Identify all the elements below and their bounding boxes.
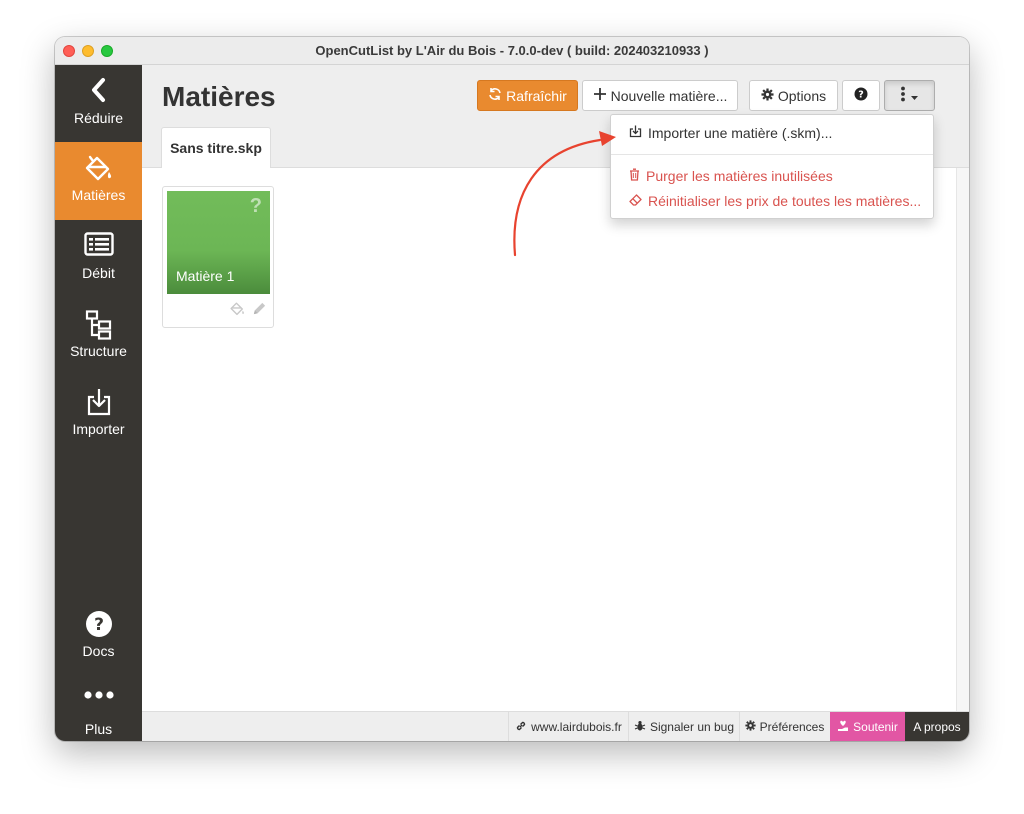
sidebar-item-structure[interactable]: Structure (55, 298, 142, 376)
sidebar-item-matieres[interactable]: Matières (55, 142, 142, 220)
report-bug-link[interactable]: Signaler un bug (628, 712, 739, 741)
unknown-type-badge: ? (249, 195, 262, 217)
scrollbar-track[interactable] (956, 168, 969, 711)
options-button[interactable]: Options (749, 80, 838, 111)
sidebar-item-importer[interactable]: Importer (55, 376, 142, 454)
page-title: Matières (162, 81, 276, 112)
sidebar-item-label: Importer (72, 421, 125, 437)
question-circle-icon: ? (854, 87, 868, 104)
refresh-button[interactable]: Rafraîchir (477, 80, 578, 111)
gear-icon (745, 720, 756, 734)
new-material-button[interactable]: Nouvelle matière... (582, 80, 738, 111)
reset-prices-label: Réinitialiser les prix de toutes les mat… (648, 193, 922, 209)
eraser-icon (629, 193, 642, 209)
sidebar-item-label: Matières (71, 187, 126, 203)
gear-icon (761, 87, 774, 104)
paint-bucket-icon[interactable] (229, 301, 246, 321)
link-icon (515, 720, 527, 735)
refresh-icon (488, 87, 502, 104)
footer-bar: www.lairdubois.fr Signaler un bug Préfér… (142, 711, 969, 741)
report-bug-label: Signaler un bug (649, 720, 735, 734)
more-actions-dropdown: Importer une matière (.skm)... Purger le… (610, 114, 934, 219)
window-title: OpenCutList by L'Air du Bois - 7.0.0-dev… (315, 43, 709, 58)
dots-icon (55, 688, 142, 716)
help-button[interactable]: ? (842, 80, 880, 111)
plus-icon (593, 87, 607, 104)
about-link[interactable]: A propos (905, 712, 969, 741)
support-button[interactable]: Soutenir (830, 712, 905, 741)
sidebar-item-reduire[interactable]: Réduire (55, 65, 142, 143)
sidebar-item-debit[interactable]: Débit (55, 220, 142, 298)
material-card[interactable]: ? Matière 1 (162, 186, 274, 328)
svg-text:?: ? (858, 90, 864, 101)
trash-icon (629, 168, 640, 184)
paint-bucket-icon (55, 154, 142, 182)
website-label: www.lairdubois.fr (531, 720, 622, 734)
sidebar-item-label: Réduire (73, 110, 124, 126)
sidebar-item-label: Structure (70, 343, 127, 359)
import-icon (55, 388, 142, 416)
materials-list: ? Matière 1 (142, 168, 956, 711)
material-card-actions (229, 301, 267, 321)
import-icon (629, 125, 642, 141)
refresh-label: Rafraîchir (506, 87, 567, 104)
material-name: Matière 1 (176, 268, 235, 284)
sidebar: Réduire Matières Débit Structure Importe… (55, 65, 142, 741)
bug-icon (634, 720, 646, 735)
pencil-icon[interactable] (252, 301, 267, 321)
reset-prices-menu-item[interactable]: Réinitialiser les prix de toutes les mat… (629, 193, 921, 209)
svg-text:?: ? (94, 615, 104, 635)
sidebar-item-plus[interactable]: Plus (55, 676, 142, 741)
title-bar: OpenCutList by L'Air du Bois - 7.0.0-dev… (55, 37, 969, 65)
menu-divider (611, 154, 933, 155)
preferences-link[interactable]: Préférences (739, 712, 829, 741)
sidebar-item-label: Débit (82, 265, 115, 281)
list-icon (55, 232, 142, 260)
tree-icon (55, 310, 142, 340)
tab-sans-titre[interactable]: Sans titre.skp (161, 127, 271, 168)
website-link[interactable]: www.lairdubois.fr (508, 712, 628, 741)
purge-unused-label: Purger les matières inutilisées (646, 168, 833, 184)
import-material-label: Importer une matière (.skm)... (648, 125, 833, 141)
vertical-dots-icon (900, 86, 906, 105)
purge-unused-menu-item[interactable]: Purger les matières inutilisées (629, 168, 833, 184)
sidebar-item-docs[interactable]: ? Docs (55, 598, 142, 676)
material-swatch[interactable]: ? Matière 1 (167, 191, 270, 294)
sidebar-item-label: Plus (84, 721, 113, 737)
sidebar-item-label: Docs (82, 643, 115, 659)
about-label: A propos (913, 720, 961, 734)
support-label: Soutenir (853, 720, 898, 734)
more-menu-button[interactable] (884, 80, 935, 111)
import-material-menu-item[interactable]: Importer une matière (.skm)... (629, 125, 832, 141)
options-label: Options (777, 87, 827, 104)
new-material-label: Nouvelle matière... (610, 87, 728, 104)
heart-hand-icon (837, 720, 849, 735)
chevron-left-icon (55, 77, 142, 105)
caret-down-icon (910, 88, 919, 104)
question-circle-icon: ? (55, 610, 142, 638)
preferences-label: Préférences (759, 720, 825, 734)
